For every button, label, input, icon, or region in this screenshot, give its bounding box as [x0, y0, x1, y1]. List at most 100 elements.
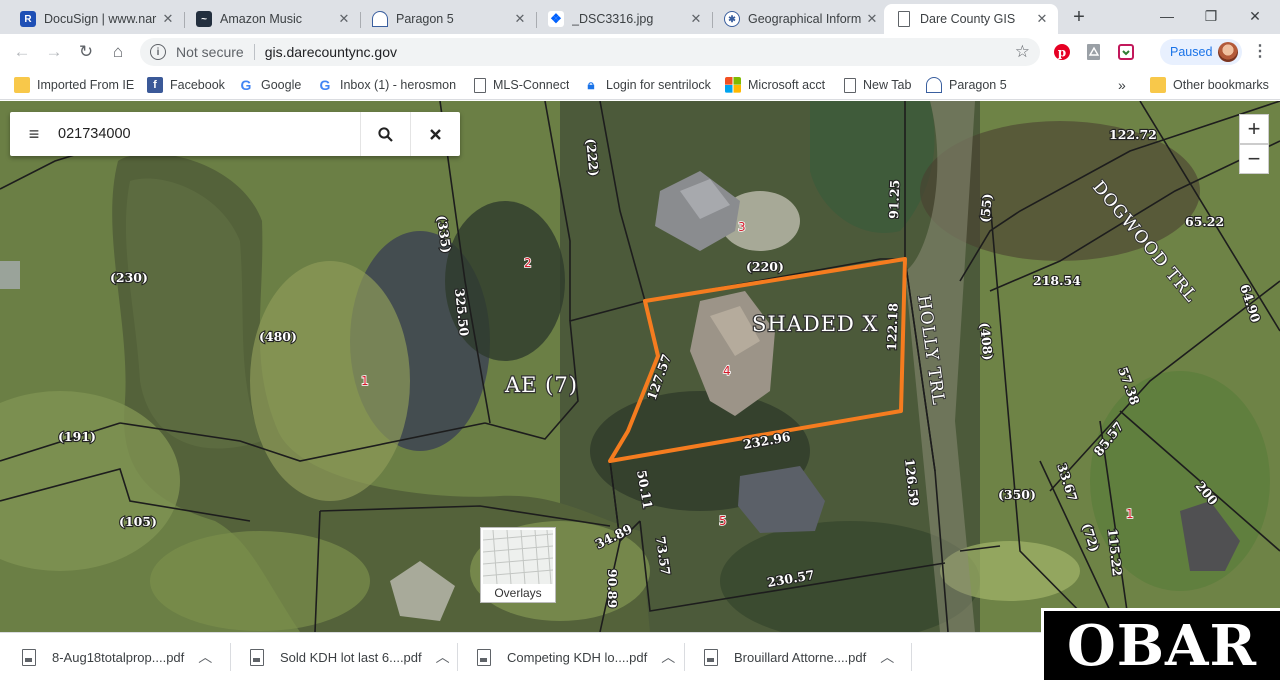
overlays-thumbnail — [483, 530, 553, 584]
divider — [911, 643, 912, 671]
parcel-dimension: (191) — [58, 429, 96, 444]
close-icon[interactable]: ✕ — [688, 11, 704, 27]
folder-icon — [14, 77, 30, 93]
google-icon: G — [319, 77, 331, 93]
pdf-file-icon — [22, 648, 36, 666]
shaded-x-label: SHADED X — [752, 312, 879, 336]
reload-icon[interactable]: ↻ — [74, 40, 98, 64]
download-item[interactable]: Sold KDH lot last 6....pdf ︿ — [250, 633, 450, 680]
bookmark-imported-from-ie[interactable]: Imported From IE — [14, 74, 134, 96]
page-icon — [898, 11, 910, 27]
overlays-button[interactable]: Overlays — [480, 527, 556, 603]
parcel-dimension: 218.54 — [1033, 273, 1081, 288]
page-icon — [474, 77, 486, 93]
divider — [230, 643, 231, 671]
tab-title: Geographical Inform — [748, 12, 862, 26]
bookmark-label: Facebook — [170, 78, 225, 92]
parcel-search-input[interactable] — [58, 114, 360, 154]
download-filename: 8-Aug18totalprop....pdf — [52, 649, 185, 665]
bookmark-label: Imported From IE — [37, 78, 135, 92]
shield-extension-icon[interactable] — [1116, 42, 1136, 62]
bookmark-label: Microsoft acct — [748, 78, 826, 92]
bookmark-inbox[interactable]: G Inbox (1) - herosmon — [317, 74, 457, 96]
dropbox-icon: ❖ — [548, 11, 564, 27]
amazon-music-icon: ~ — [196, 11, 212, 27]
minimize-icon[interactable]: — — [1144, 4, 1190, 28]
window-close-icon[interactable]: ✕ — [1232, 4, 1278, 28]
clear-icon[interactable] — [410, 112, 460, 156]
new-tab-button[interactable]: + — [1066, 6, 1092, 28]
bookmark-label: Paragon 5 — [949, 78, 1007, 92]
bookmark-label: Login for sentrilock — [606, 78, 711, 92]
info-icon[interactable]: i — [150, 44, 166, 60]
parcel-dimension: 122.18 — [884, 302, 901, 351]
download-filename: Brouillard Attorne....pdf — [734, 649, 867, 665]
home-icon[interactable]: ⌂ — [106, 40, 130, 64]
tab-paragon[interactable]: Paragon 5 ✕ — [360, 4, 536, 34]
tab-strip: R DocuSign | www.nar ✕ ~ Amazon Music ✕ … — [0, 0, 1280, 34]
pdf-file-icon — [250, 648, 264, 666]
parcel-dimension: (350) — [998, 487, 1036, 502]
download-item[interactable]: Brouillard Attorne....pdf ︿ — [704, 633, 894, 680]
tab-amazon-music[interactable]: ~ Amazon Music ✕ — [184, 4, 360, 34]
download-item[interactable]: Competing KDH lo....pdf ︿ — [477, 633, 675, 680]
tab-dropbox-image[interactable]: ❖ _DSC3316.jpg ✕ — [536, 4, 712, 34]
close-icon[interactable]: ✕ — [1034, 11, 1050, 27]
menu-icon[interactable]: ≡ — [10, 124, 58, 145]
profile-paused-button[interactable]: Paused — [1160, 39, 1242, 65]
obar-watermark: OBAR — [1041, 608, 1280, 680]
bookmark-other-bookmarks[interactable]: Other bookmarks — [1150, 74, 1269, 96]
parcel-dimension: (220) — [746, 259, 784, 274]
bookmark-microsoft[interactable]: Microsoft acct — [725, 74, 825, 96]
url-text[interactable]: gis.darecountync.gov — [265, 44, 397, 60]
back-arrow-icon[interactable]: ← — [10, 40, 34, 64]
parcel-dimension: 65.22 — [1185, 214, 1224, 229]
more-menu-icon[interactable]: ⋮ — [1250, 42, 1270, 62]
google-icon: G — [240, 77, 252, 93]
close-icon[interactable]: ✕ — [864, 11, 880, 27]
pinterest-icon[interactable]: p — [1052, 42, 1072, 62]
bookmark-star-icon[interactable]: ☆ — [1015, 42, 1030, 62]
tab-docusign[interactable]: R DocuSign | www.nar ✕ — [8, 4, 184, 34]
parcel-dimension: (230) — [110, 270, 148, 285]
close-icon[interactable]: ✕ — [512, 11, 528, 27]
bookmark-sentrilock[interactable]: 🔒︎ Login for sentrilock — [583, 74, 711, 96]
avatar — [1218, 42, 1238, 62]
close-icon[interactable]: ✕ — [160, 11, 176, 27]
chevron-up-icon[interactable]: ︿ — [880, 647, 894, 667]
gis-map[interactable]: HOLLY TRL DOGWOOD TRL SHADED X AE (7) (2… — [0, 101, 1280, 632]
bookmark-paragon[interactable]: Paragon 5 — [926, 74, 1007, 96]
folder-icon — [1150, 77, 1166, 93]
acrobat-icon[interactable] — [1084, 42, 1104, 62]
forward-arrow-icon[interactable]: → — [42, 40, 66, 64]
restore-icon[interactable]: ❐ — [1188, 4, 1234, 28]
tab-geographical-info[interactable]: ✱ Geographical Inform ✕ — [712, 4, 888, 34]
browser-toolbar: ← → ↻ ⌂ i Not secure gis.darecountync.go… — [0, 34, 1280, 70]
bookmark-new-tab[interactable]: New Tab — [842, 74, 911, 96]
bookmark-mls-connect[interactable]: MLS-Connect — [472, 74, 569, 96]
chevron-up-icon[interactable]: ︿ — [661, 647, 675, 667]
bookmark-google[interactable]: G Google — [238, 74, 302, 96]
bookmark-label: Inbox (1) - herosmon — [340, 78, 457, 92]
zoom-in-button[interactable]: + — [1239, 114, 1269, 144]
search-icon[interactable] — [360, 112, 410, 156]
tab-dare-county-gis[interactable]: Dare County GIS ✕ — [884, 4, 1058, 34]
address-bar[interactable]: i Not secure gis.darecountync.gov ☆ — [140, 38, 1040, 66]
chevron-up-icon[interactable]: ︿ — [198, 647, 212, 667]
zoom-out-button[interactable]: − — [1239, 144, 1269, 174]
close-icon[interactable]: ✕ — [336, 11, 352, 27]
tab-title: Dare County GIS — [920, 12, 1016, 26]
parcel-number: 1 — [1126, 507, 1134, 521]
tab-title: Amazon Music — [220, 12, 302, 26]
bookmark-facebook[interactable]: f Facebook — [147, 74, 225, 96]
divider — [253, 44, 255, 60]
security-status: Not secure — [176, 44, 244, 60]
parcel-number: 3 — [738, 220, 746, 234]
bookmarks-overflow-button[interactable]: » — [1118, 74, 1126, 96]
chevron-up-icon[interactable]: ︿ — [436, 647, 450, 667]
overlays-label: Overlays — [494, 586, 542, 600]
download-item[interactable]: 8-Aug18totalprop....pdf ︿ — [22, 633, 212, 680]
pdf-file-icon — [704, 648, 718, 666]
parcel-number: 1 — [361, 374, 369, 388]
bookmarks-bar: Imported From IE f Facebook G Google G I… — [0, 70, 1280, 100]
